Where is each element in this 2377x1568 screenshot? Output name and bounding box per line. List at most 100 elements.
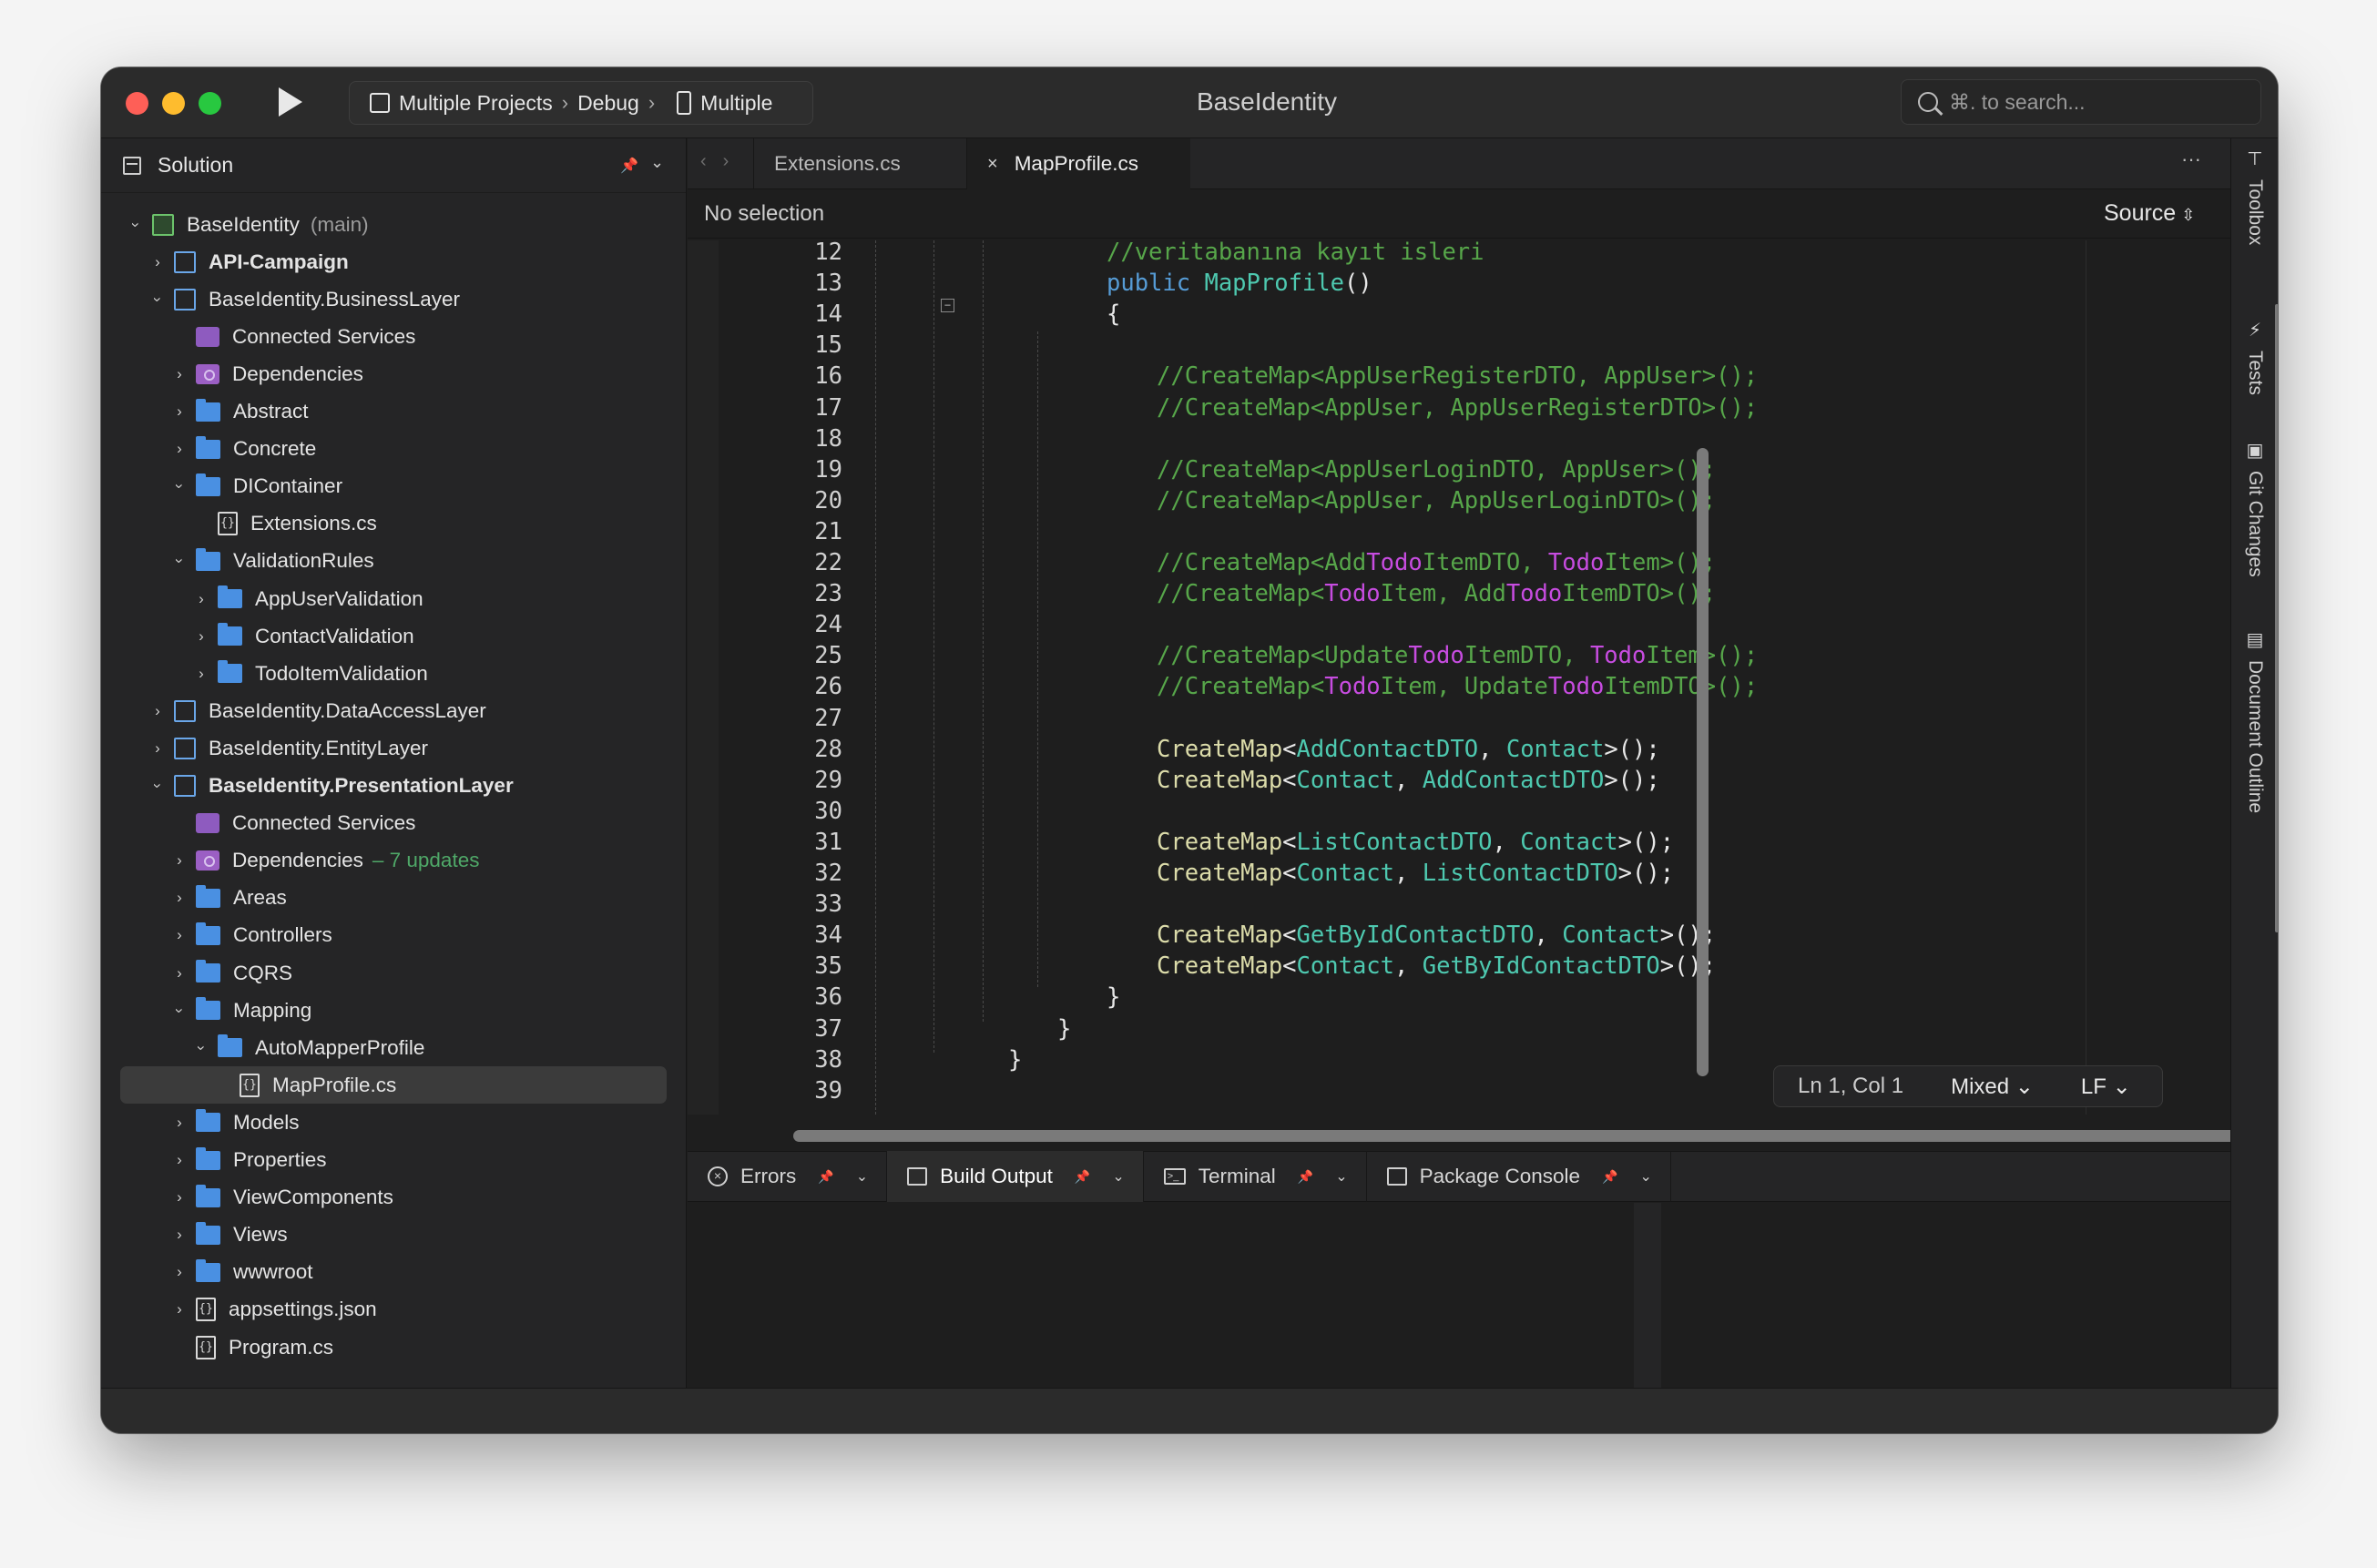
- tree-item[interactable]: › Mapping: [101, 992, 687, 1029]
- tree-item[interactable]: › ContactValidation: [101, 617, 687, 655]
- tree-item[interactable]: › ViewComponents: [101, 1179, 687, 1217]
- chevron-right-icon[interactable]: ›: [170, 1151, 189, 1169]
- dock-tests[interactable]: ⚡ Tests: [2231, 319, 2278, 395]
- chevron-right-icon[interactable]: ›: [170, 889, 189, 907]
- chevron-down-icon[interactable]: ⌄: [856, 1167, 868, 1186]
- tree-item[interactable]: › Controllers: [101, 917, 687, 954]
- chevron-down-icon[interactable]: ⌄: [650, 153, 664, 172]
- chevron-down-icon[interactable]: ›: [148, 290, 167, 309]
- chevron-right-icon[interactable]: ›: [192, 627, 210, 646]
- chevron-down-icon[interactable]: ⌄: [1335, 1167, 1347, 1186]
- chevron-right-icon[interactable]: ›: [170, 1226, 189, 1244]
- tab-extensions-cs[interactable]: Extensions.cs: [753, 138, 966, 189]
- chevron-right-icon[interactable]: ›: [170, 926, 189, 944]
- chevron-right-icon[interactable]: ›: [170, 440, 189, 458]
- pin-icon[interactable]: 📌: [1298, 1169, 1313, 1185]
- tree-item[interactable]: {} Extensions.cs: [101, 505, 687, 543]
- chevron-down-icon[interactable]: ›: [192, 1039, 210, 1057]
- chevron-right-icon[interactable]: ›: [170, 851, 189, 870]
- pin-icon[interactable]: 📌: [620, 157, 638, 175]
- code-token: CreateMap: [1157, 860, 1283, 887]
- chevron-down-icon[interactable]: ›: [170, 552, 189, 570]
- tree-item[interactable]: › Dependencies – 7 updates: [101, 842, 687, 880]
- chevron-right-icon[interactable]: ›: [170, 964, 189, 983]
- tree-item[interactable]: {} Program.cs: [101, 1329, 687, 1366]
- chevron-down-icon[interactable]: ›: [170, 477, 189, 495]
- tree-item[interactable]: › API-Campaign: [101, 243, 687, 280]
- dock-scrollbar[interactable]: [2275, 304, 2278, 932]
- tree-item[interactable]: › Abstract: [101, 393, 687, 431]
- tree-item[interactable]: {} MapProfile.cs: [120, 1066, 667, 1105]
- tree-item[interactable]: › Areas: [101, 880, 687, 917]
- cursor-position[interactable]: Ln 1, Col 1: [1798, 1074, 1903, 1099]
- tree-item[interactable]: › ValidationRules: [101, 543, 687, 580]
- close-icon[interactable]: ×: [987, 154, 998, 175]
- errors-pad-tab[interactable]: × Errors 📌 ⌄: [688, 1151, 888, 1202]
- chevron-right-icon[interactable]: ›: [148, 702, 167, 720]
- tree-item[interactable]: › CQRS: [101, 954, 687, 992]
- vertical-scrollbar[interactable]: [1697, 448, 1709, 1076]
- terminal-pad-tab[interactable]: >_ Terminal 📌 ⌄: [1144, 1151, 1367, 1202]
- tree-item[interactable]: › BaseIdentity.BusinessLayer: [101, 280, 687, 318]
- chevron-right-icon[interactable]: ›: [148, 253, 167, 271]
- minimize-window-button[interactable]: [162, 92, 185, 115]
- chevron-right-icon[interactable]: ›: [192, 590, 210, 608]
- tree-item[interactable]: › DIContainer: [101, 468, 687, 505]
- tree-item[interactable]: › AutoMapperProfile: [101, 1029, 687, 1066]
- tree-item[interactable]: › Views: [101, 1217, 687, 1254]
- chevron-down-icon[interactable]: ›: [170, 1002, 189, 1020]
- chevron-down-icon[interactable]: ›: [148, 777, 167, 795]
- tree-item[interactable]: › Concrete: [101, 431, 687, 468]
- indentation-selector[interactable]: Mixed ⌄: [1927, 1074, 2034, 1100]
- tree-item[interactable]: › Models: [101, 1104, 687, 1141]
- build-output-pad-tab[interactable]: Build Output 📌 ⌄: [887, 1151, 1144, 1202]
- dock-document-outline[interactable]: ▤ Document Outline: [2231, 628, 2278, 813]
- breadcrumb[interactable]: No selection: [704, 201, 824, 227]
- code-editor[interactable]: − 12 //veritabanına kayıt isleri 13 public …: [688, 240, 2209, 1115]
- source-view-selector[interactable]: Source ⇳: [2104, 200, 2195, 227]
- chevron-right-icon[interactable]: ›: [170, 402, 189, 421]
- tree-item-label: TodoItemValidation: [255, 661, 428, 685]
- tree-item[interactable]: › BaseIdentity.DataAccessLayer: [101, 692, 687, 729]
- chevron-right-icon[interactable]: ›: [192, 665, 210, 683]
- tree-item[interactable]: › BaseIdentity (main): [101, 206, 687, 243]
- search-input[interactable]: ⌘. to search...: [1901, 79, 2261, 125]
- chevron-right-icon[interactable]: ›: [148, 739, 167, 758]
- dock-toolbox[interactable]: ⊤ Toolbox: [2231, 148, 2278, 245]
- tree-item[interactable]: › AppUserValidation: [101, 580, 687, 617]
- more-icon[interactable]: ···: [2181, 148, 2201, 171]
- pin-icon[interactable]: 📌: [1075, 1169, 1090, 1185]
- close-window-button[interactable]: [126, 92, 148, 115]
- chevron-right-icon[interactable]: ›: [170, 1263, 189, 1281]
- tab-mapprofile-cs[interactable]: × MapProfile.cs: [966, 138, 1190, 189]
- tree-item[interactable]: › wwwroot: [101, 1254, 687, 1291]
- chevron-down-icon[interactable]: ⌄: [1112, 1167, 1124, 1186]
- tree-item[interactable]: › TodoItemValidation: [101, 655, 687, 692]
- dock-git-changes[interactable]: ▣ Git Changes: [2231, 439, 2278, 577]
- chevron-down-icon[interactable]: ⌄: [1639, 1167, 1651, 1186]
- tree-item[interactable]: › BaseIdentity.EntityLayer: [101, 729, 687, 767]
- pin-icon[interactable]: 📌: [818, 1169, 833, 1185]
- chevron-right-icon[interactable]: ›: [170, 1188, 189, 1207]
- tree-item[interactable]: Connected Services: [101, 318, 687, 355]
- tree-item[interactable]: › BaseIdentity.PresentationLayer: [101, 768, 687, 805]
- tab-nav-arrows-icon[interactable]: ‹›: [700, 151, 745, 172]
- chevron-right-icon[interactable]: ›: [170, 365, 189, 383]
- tree-item[interactable]: Connected Services: [101, 805, 687, 842]
- tree-item[interactable]: › Dependencies: [101, 355, 687, 392]
- updates-note[interactable]: – 7 updates: [372, 849, 480, 872]
- horizontal-scrollbar[interactable]: [793, 1130, 2239, 1142]
- package-console-pad-tab[interactable]: Package Console 📌 ⌄: [1367, 1151, 1671, 1202]
- tree-item[interactable]: › Properties: [101, 1142, 687, 1179]
- run-button[interactable]: [265, 80, 312, 126]
- run-configuration-selector[interactable]: Multiple Projects › Debug › Multiple: [349, 81, 813, 125]
- chevron-down-icon[interactable]: ›: [127, 216, 145, 234]
- zoom-window-button[interactable]: [199, 92, 221, 115]
- build-output-content[interactable]: [688, 1203, 2230, 1388]
- chevron-right-icon[interactable]: ›: [170, 1114, 189, 1132]
- pin-icon[interactable]: 📌: [1602, 1169, 1617, 1185]
- tree-item[interactable]: › {} appsettings.json: [101, 1291, 687, 1329]
- line-ending-selector[interactable]: LF ⌄: [2057, 1074, 2131, 1100]
- fold-collapse-icon[interactable]: −: [941, 299, 954, 312]
- chevron-right-icon[interactable]: ›: [170, 1300, 189, 1319]
